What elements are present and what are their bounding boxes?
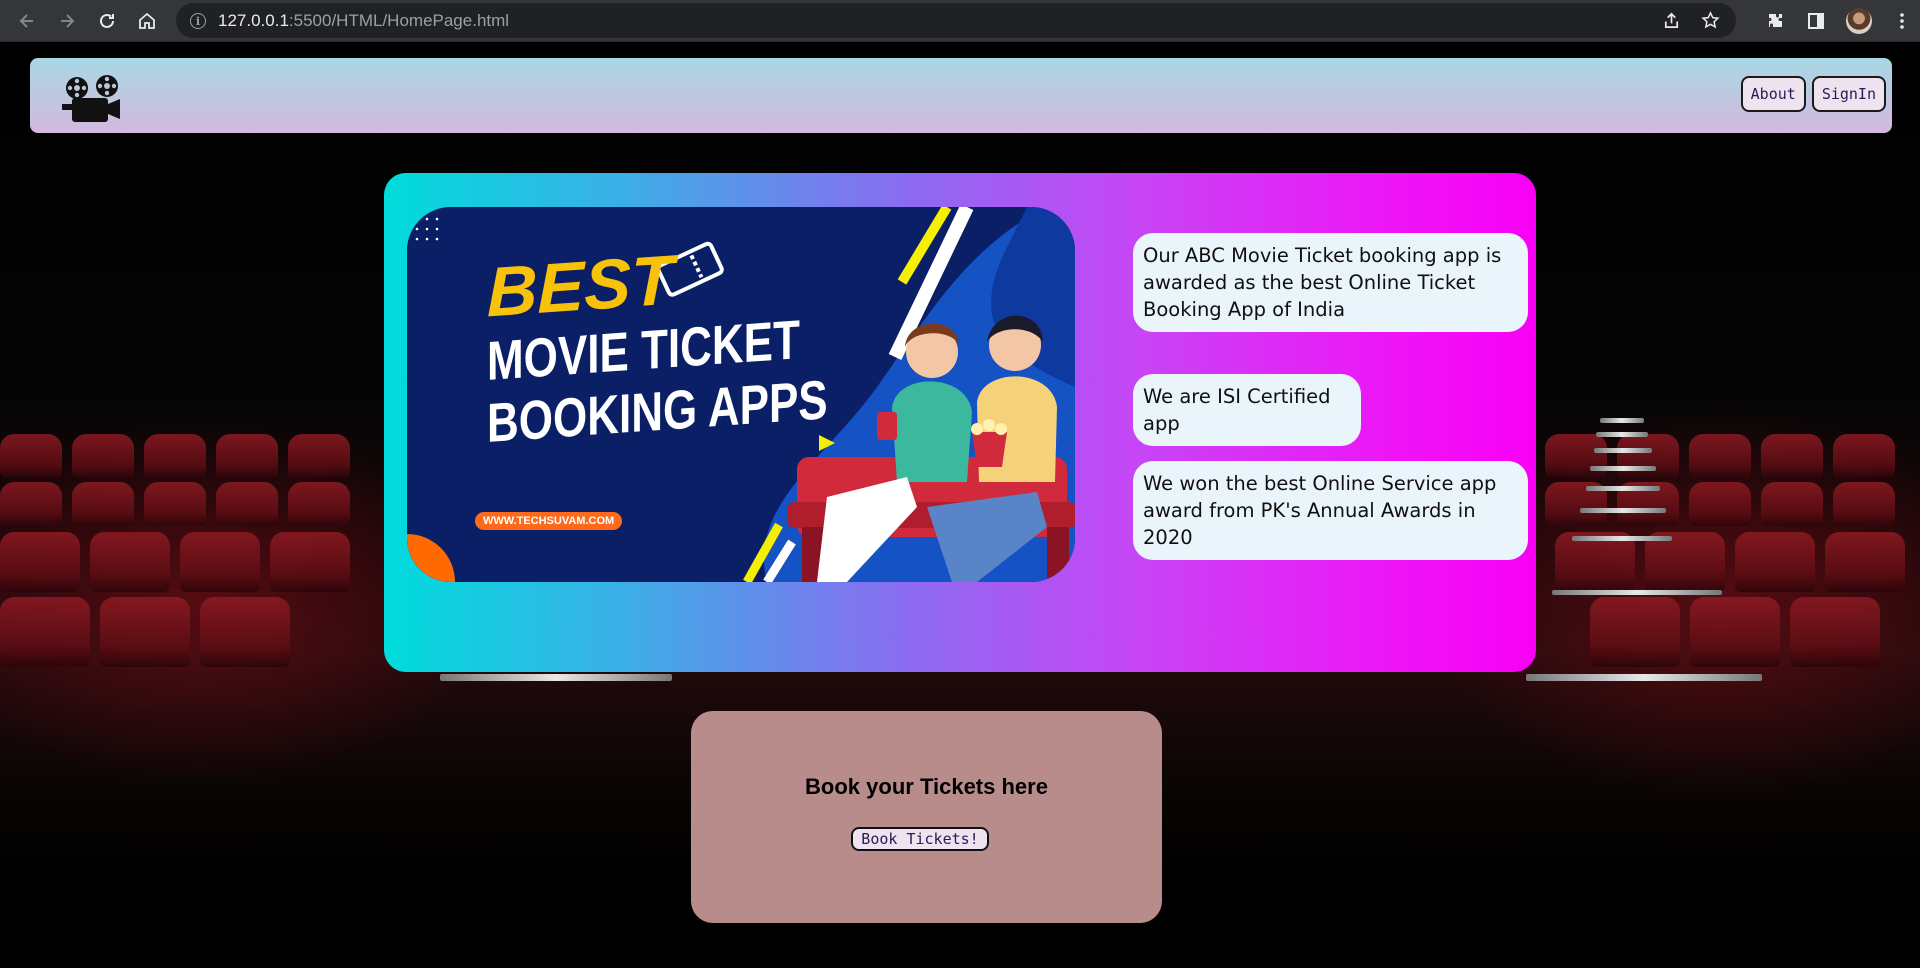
reload-button[interactable] bbox=[88, 2, 126, 40]
arrow-right-icon bbox=[61, 13, 75, 28]
more-menu-icon[interactable] bbox=[1892, 11, 1912, 31]
extensions-puzzle-icon[interactable] bbox=[1766, 11, 1786, 31]
top-navbar: About SignIn bbox=[30, 58, 1892, 133]
back-button[interactable] bbox=[8, 2, 46, 40]
about-button[interactable]: About bbox=[1740, 76, 1806, 112]
booking-panel: Book your Tickets here Book Tickets! bbox=[691, 711, 1162, 923]
fact-best-app: Our ABC Movie Ticket booking app is awar… bbox=[1133, 233, 1528, 332]
navbar-buttons: About SignIn bbox=[1740, 76, 1886, 112]
profile-avatar[interactable] bbox=[1846, 8, 1872, 34]
banner-website-badge: WWW.TECHSUVAM.COM bbox=[475, 512, 623, 530]
site-info-icon[interactable]: i bbox=[190, 12, 206, 29]
fact-pk-award: We won the best Online Service app award… bbox=[1133, 461, 1528, 560]
browser-toolbar: i 127.0.0.1:5500/HTML/HomePage.html bbox=[0, 0, 1920, 42]
fact-isi-certified: We are ISI Certified app bbox=[1133, 374, 1361, 446]
side-panel-icon[interactable] bbox=[1806, 11, 1826, 31]
banner-headline: BEST MOVIE TICKET BOOKING APPS bbox=[487, 240, 828, 454]
address-bar[interactable]: i 127.0.0.1:5500/HTML/HomePage.html bbox=[176, 3, 1736, 38]
reload-icon bbox=[100, 13, 114, 28]
promo-banner-image: BEST MOVIE TICKET BOOKING APPS WWW.TECHS… bbox=[407, 207, 1075, 582]
home-icon bbox=[139, 12, 155, 29]
url-path: :5500/HTML/HomePage.html bbox=[288, 10, 510, 30]
url-host: 127.0.0.1 bbox=[218, 10, 289, 30]
film-projector-icon[interactable] bbox=[62, 74, 124, 124]
bookmark-star-icon[interactable] bbox=[1701, 11, 1720, 30]
share-icon[interactable] bbox=[1662, 11, 1681, 30]
book-tickets-button[interactable]: Book Tickets! bbox=[851, 827, 989, 851]
arrow-left-icon bbox=[19, 13, 33, 28]
booking-title: Book your Tickets here bbox=[805, 774, 1048, 799]
signin-button[interactable]: SignIn bbox=[1811, 76, 1886, 112]
hero-section: BEST MOVIE TICKET BOOKING APPS WWW.TECHS… bbox=[384, 173, 1536, 672]
home-button[interactable] bbox=[128, 2, 166, 40]
forward-button[interactable] bbox=[48, 2, 86, 40]
